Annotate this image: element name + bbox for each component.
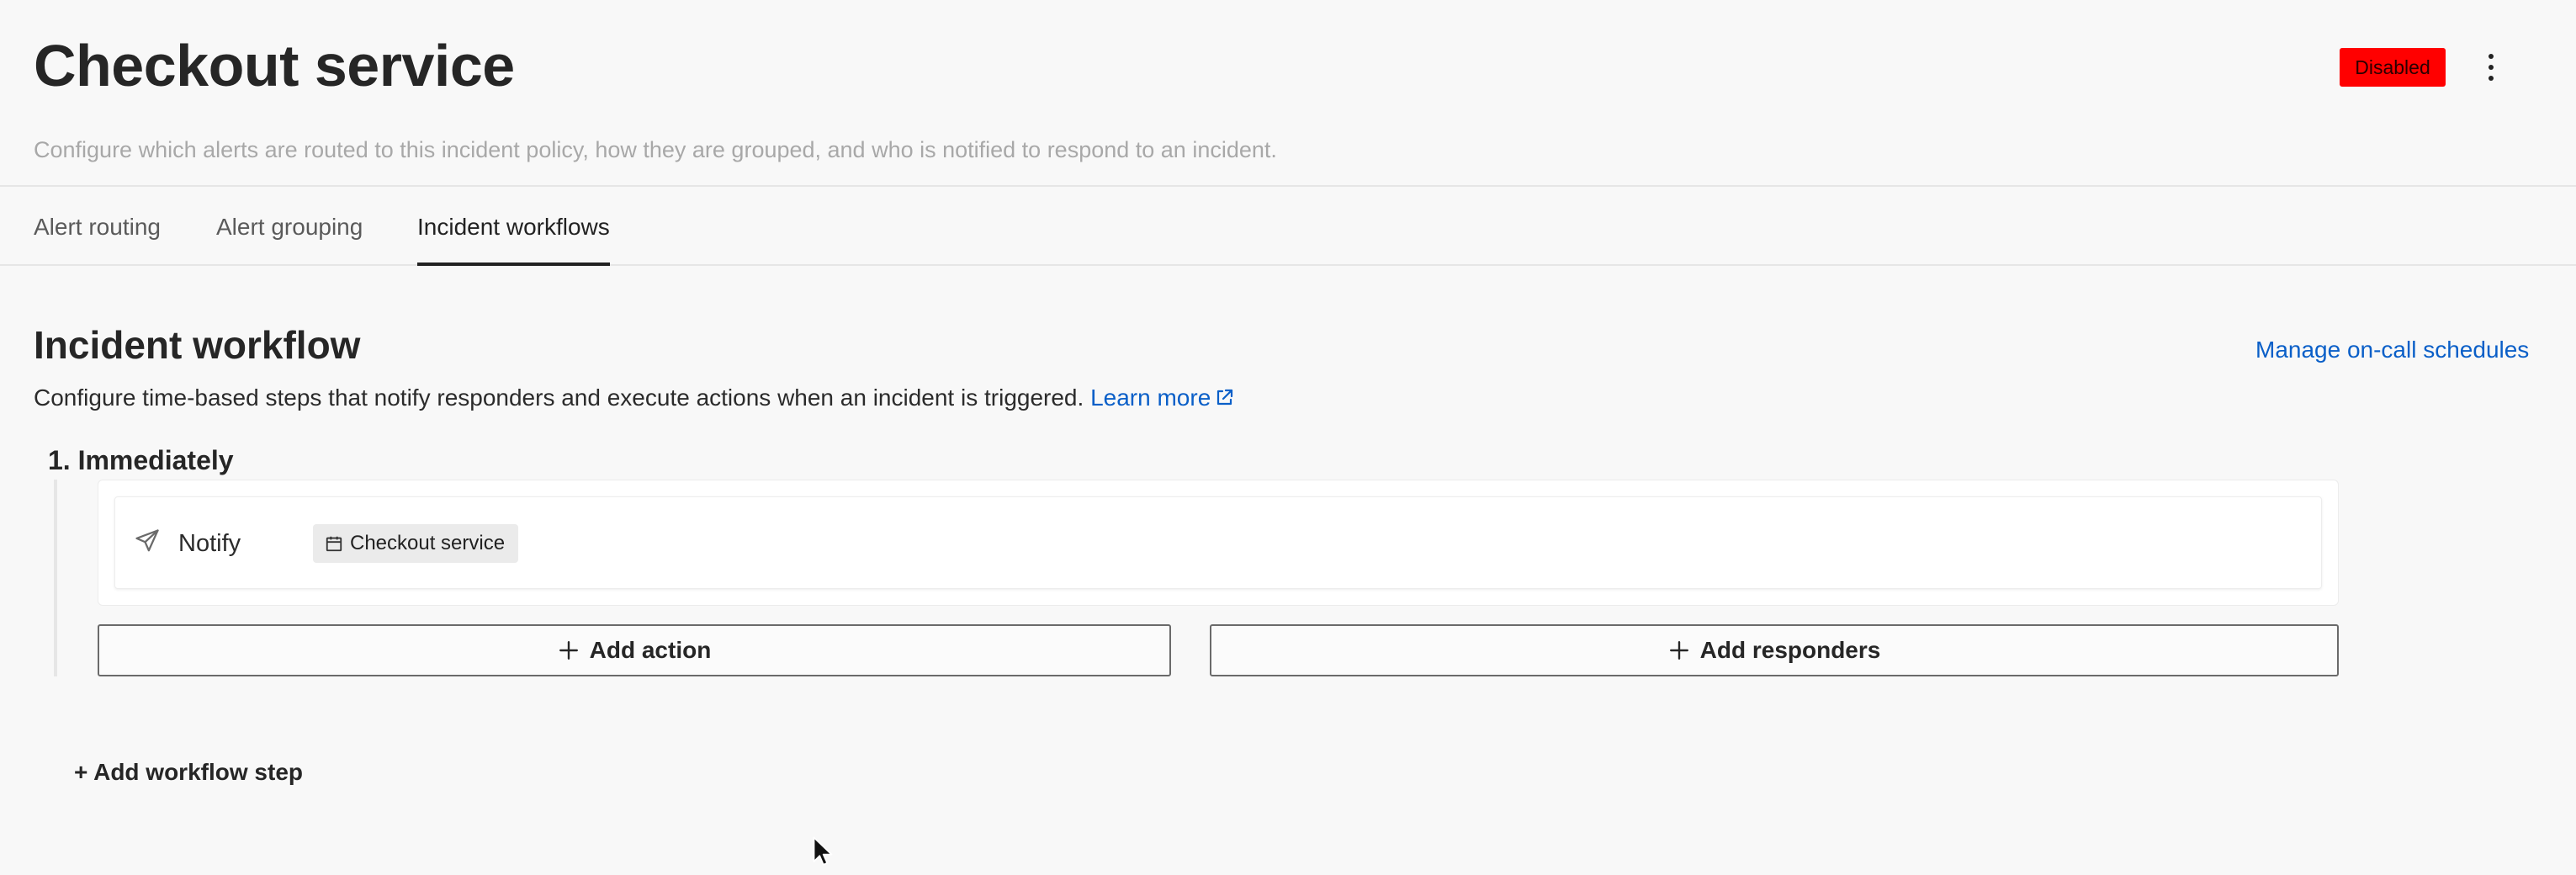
tab-incident-workflows[interactable]: Incident workflows [417,210,610,266]
page-subtitle: Configure which alerts are routed to thi… [34,137,1277,162]
external-link-icon [1217,389,1233,406]
tab-alert-grouping[interactable]: Alert grouping [216,210,363,266]
add-action-label: Add action [589,637,712,663]
section-title: Incident workflow [34,323,361,367]
page-header: Checkout service Disabled Configure whic… [0,0,2576,185]
step-rail [54,480,57,676]
learn-more-label: Learn more [1090,384,1211,411]
notify-target-chip[interactable]: Checkout service [313,524,519,563]
page-title: Checkout service [34,33,515,98]
add-responders-label: Add responders [1699,637,1881,663]
add-action-button[interactable]: Add action [98,624,1171,676]
add-workflow-step-link[interactable]: + Add workflow step [74,756,303,789]
more-options-button[interactable] [2471,47,2511,88]
plus-icon [1669,641,1688,660]
more-options-dot [2489,65,2494,70]
action-label: Notify [178,530,241,557]
calendar-icon [326,536,342,552]
mouse-cursor-icon [813,836,833,866]
manage-on-call-schedules-link[interactable]: Manage on-call schedules [2255,335,2529,365]
section-description-text: Configure time-based steps that notify r… [34,384,1084,411]
tab-alert-routing[interactable]: Alert routing [34,210,161,266]
more-options-dot [2489,76,2494,81]
status-badge: Disabled [2340,48,2446,87]
send-icon [135,529,159,552]
plus-icon [559,641,578,660]
notify-target-label: Checkout service [350,532,506,554]
add-responders-button[interactable]: Add responders [1210,624,2339,676]
step-title: 1. Immediately [48,445,234,475]
more-options-dot [2489,54,2494,59]
section-description: Configure time-based steps that notify r… [34,383,1234,413]
learn-more-link[interactable]: Learn more [1090,384,1234,411]
tab-bar: Alert routing Alert grouping Incident wo… [0,185,2576,266]
